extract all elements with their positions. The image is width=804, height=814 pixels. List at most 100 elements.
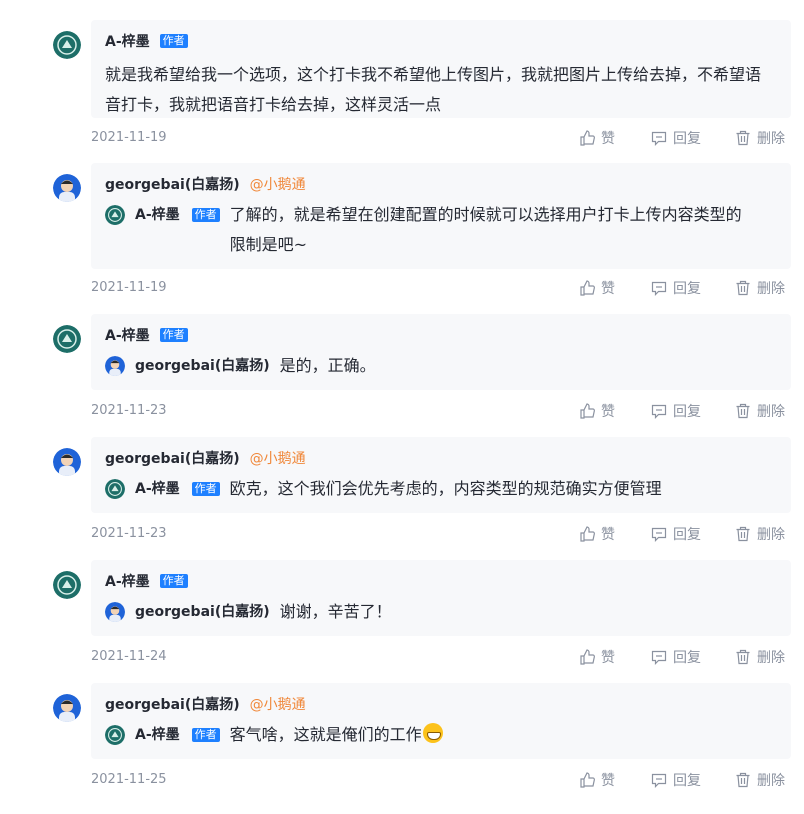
comment-text: 就是我希望给我一个选项，这个打卡我不希望他上传图片，我就把图片上传给去掉，不希望… (105, 65, 762, 114)
comment-text-body: 客气啥，这就是俺们的工作 (229, 725, 422, 744)
comment-actions: 赞 回复 删除 (579, 128, 785, 148)
username[interactable]: georgebai(白嘉扬) (105, 448, 240, 468)
reply-to-avatar[interactable] (105, 479, 125, 499)
reply-row: georgebai(白嘉扬) 谢谢，辛苦了！ (105, 600, 392, 627)
reply-to-username[interactable]: A-梓墨 (135, 477, 180, 501)
trash-icon (736, 772, 750, 788)
reply-button[interactable]: 回复 (651, 524, 735, 544)
reply-row: A-梓墨 作者 客气啥，这就是俺们的工作 (105, 723, 443, 750)
author-badge: 作者 (159, 34, 188, 48)
username[interactable]: georgebai(白嘉扬) (105, 174, 240, 194)
reply-to-username[interactable]: georgebai(白嘉扬) (135, 354, 270, 378)
comment-icon (651, 773, 667, 788)
like-button[interactable]: 赞 (579, 128, 651, 148)
like-label: 赞 (601, 527, 615, 543)
comment-icon (651, 527, 667, 542)
avatar-georgebai[interactable] (53, 694, 81, 722)
comment-actions: 赞 回复 删除 (579, 278, 785, 298)
delete-label: 删除 (757, 650, 785, 666)
reply-button[interactable]: 回复 (651, 647, 735, 667)
avatar-a-zimo[interactable] (53, 571, 81, 599)
comment-date: 2021-11-23 (91, 403, 167, 418)
delete-button[interactable]: 删除 (735, 128, 785, 148)
comment-icon (651, 281, 667, 296)
username[interactable]: A-梓墨 (105, 31, 150, 51)
mention-tag[interactable]: @小鹅通 (250, 174, 306, 194)
username[interactable]: A-梓墨 (105, 325, 150, 345)
comment-bubble: A-梓墨 作者 georgebai(白嘉扬) 是的，正确。 (91, 314, 791, 390)
reply-to-avatar[interactable] (105, 725, 125, 745)
delete-label: 删除 (757, 527, 785, 543)
comment-bubble: A-梓墨 作者 就是我希望给我一个选项，这个打卡我不希望他上传图片，我就把图片上… (91, 20, 791, 118)
reply-to-avatar[interactable] (105, 356, 125, 376)
mention-tag[interactable]: @小鹅通 (250, 694, 306, 714)
like-button[interactable]: 赞 (579, 524, 651, 544)
reply-row: A-梓墨 作者 了解的，就是希望在创建配置的时候就可以选择用户打卡上传内容类型的… (105, 203, 754, 260)
avatar-a-zimo[interactable] (53, 31, 81, 59)
author-badge: 作者 (191, 482, 220, 496)
comment-bubble: georgebai(白嘉扬) @小鹅通 A-梓墨 作者 客气啥，这就是俺们的工作 (91, 683, 791, 759)
reply-to-username[interactable]: A-梓墨 (135, 723, 180, 747)
reply-button[interactable]: 回复 (651, 278, 735, 298)
comment-date: 2021-11-19 (91, 130, 167, 145)
comment-date: 2021-11-25 (91, 772, 167, 787)
like-button[interactable]: 赞 (579, 401, 651, 421)
comment-date: 2021-11-24 (91, 649, 167, 664)
reply-to-avatar[interactable] (105, 602, 125, 622)
delete-label: 删除 (757, 131, 785, 147)
thumbs-up-icon (580, 649, 595, 665)
grinning-emoji-icon (422, 723, 443, 743)
comment-icon (651, 131, 667, 146)
trash-icon (736, 649, 750, 665)
author-badge: 作者 (191, 208, 220, 222)
reply-row: georgebai(白嘉扬) 是的，正确。 (105, 354, 376, 381)
username[interactable]: georgebai(白嘉扬) (105, 694, 240, 714)
delete-label: 删除 (757, 281, 785, 297)
like-button[interactable]: 赞 (579, 278, 651, 298)
delete-label: 删除 (757, 773, 785, 789)
like-label: 赞 (601, 650, 615, 666)
avatar-georgebai[interactable] (53, 174, 81, 202)
comment-date: 2021-11-23 (91, 526, 167, 541)
trash-icon (736, 280, 750, 296)
comment-bubble: georgebai(白嘉扬) @小鹅通 A-梓墨 作者 欧克，这个我们会优先考虑… (91, 437, 791, 513)
reply-to-username[interactable]: A-梓墨 (135, 203, 180, 227)
like-button[interactable]: 赞 (579, 770, 651, 790)
comment-icon (651, 404, 667, 419)
comment-text: 欧克，这个我们会优先考虑的，内容类型的规范确实方便管理 (229, 479, 662, 498)
thumbs-up-icon (580, 526, 595, 542)
like-button[interactable]: 赞 (579, 647, 651, 667)
reply-to-username[interactable]: georgebai(白嘉扬) (135, 600, 270, 624)
comment-actions: 赞 回复 删除 (579, 647, 785, 667)
thumbs-up-icon (580, 403, 595, 419)
reply-button[interactable]: 回复 (651, 128, 735, 148)
thumbs-up-icon (580, 280, 595, 296)
trash-icon (736, 403, 750, 419)
reply-label: 回复 (673, 281, 701, 297)
reply-label: 回复 (673, 404, 701, 420)
comment-date: 2021-11-19 (91, 280, 167, 295)
reply-to-avatar[interactable] (105, 205, 125, 225)
delete-button[interactable]: 删除 (735, 278, 785, 298)
mention-tag[interactable]: @小鹅通 (250, 448, 306, 468)
comment-bubble: A-梓墨 作者 georgebai(白嘉扬) 谢谢，辛苦了！ (91, 560, 791, 636)
comment-text: 客气啥，这就是俺们的工作 (230, 720, 443, 750)
delete-label: 删除 (757, 404, 785, 420)
comment-text: 是的，正确。 (279, 356, 376, 375)
trash-icon (736, 526, 750, 542)
reply-button[interactable]: 回复 (651, 401, 735, 421)
like-label: 赞 (601, 131, 615, 147)
comment-actions: 赞 回复 删除 (579, 770, 785, 790)
reply-label: 回复 (673, 773, 701, 789)
delete-button[interactable]: 删除 (735, 524, 785, 544)
avatar-a-zimo[interactable] (53, 325, 81, 353)
username[interactable]: A-梓墨 (105, 571, 150, 591)
like-label: 赞 (601, 773, 615, 789)
reply-button[interactable]: 回复 (651, 770, 735, 790)
delete-button[interactable]: 删除 (735, 401, 785, 421)
delete-button[interactable]: 删除 (735, 770, 785, 790)
author-badge: 作者 (191, 728, 220, 742)
delete-button[interactable]: 删除 (735, 647, 785, 667)
avatar-georgebai[interactable] (53, 448, 81, 476)
thumbs-up-icon (580, 130, 595, 146)
